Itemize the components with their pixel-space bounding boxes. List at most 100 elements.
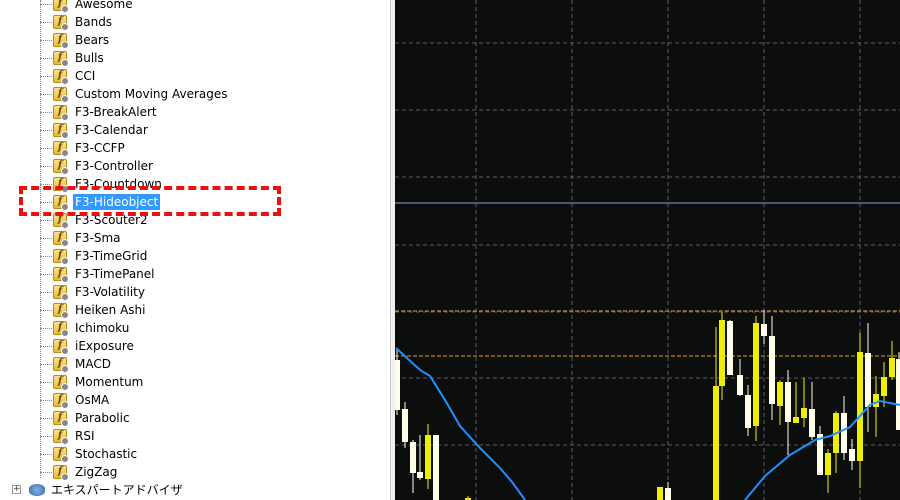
- indicator-icon: f: [53, 141, 69, 157]
- tree-item-indicator[interactable]: f MACD: [40, 355, 113, 373]
- indicator-icon: f: [53, 339, 69, 355]
- chart-canvas: [395, 0, 900, 500]
- candle-bull: [881, 377, 887, 396]
- indicator-icon: f: [53, 357, 69, 373]
- tree-connector: [40, 309, 52, 311]
- tree-connector: [40, 147, 52, 149]
- tree-item-indicator[interactable]: f F3-Hideobject: [40, 193, 161, 211]
- tree-item-indicator[interactable]: f Awesome: [40, 0, 135, 13]
- tree-connector: [40, 201, 52, 203]
- candle-bull: [793, 417, 799, 423]
- tree-item-indicator[interactable]: f ZigZag: [40, 463, 119, 481]
- tree-item-label: Awesome: [75, 0, 133, 11]
- tree-item-label: F3-TimePanel: [75, 267, 155, 281]
- tree-item-indicator[interactable]: f RSI: [40, 427, 97, 445]
- candle-bear: [841, 413, 847, 453]
- indicator-icon: f: [53, 249, 69, 265]
- tree-item-label: iExposure: [75, 339, 134, 353]
- indicator-icon: f: [53, 447, 69, 463]
- tree-item-expert-advisors[interactable]: + エキスパートアドバイザ: [12, 481, 183, 498]
- indicator-icon: f: [53, 429, 69, 445]
- tree-item-label: Bulls: [75, 51, 104, 65]
- candle-bull: [873, 394, 879, 407]
- tree-item-indicator[interactable]: f F3-Scouter2: [40, 211, 150, 229]
- expand-icon[interactable]: +: [12, 485, 21, 494]
- tree-connector: [40, 273, 52, 275]
- tree-connector: [40, 381, 52, 383]
- tree-connector: [40, 3, 52, 5]
- candle-bear: [896, 359, 900, 430]
- indicator-icon: f: [53, 285, 69, 301]
- tree-item-indicator[interactable]: f F3-Sma: [40, 229, 123, 247]
- tree-item-label: Parabolic: [75, 411, 130, 425]
- tree-item-label: OsMA: [75, 393, 110, 407]
- tree-item-label: エキスパートアドバイザ: [51, 483, 183, 497]
- tree-item-label: Ichimoku: [75, 321, 130, 335]
- tree-item-indicator[interactable]: f F3-Volatility: [40, 283, 147, 301]
- tree-item-indicator[interactable]: f F3-TimePanel: [40, 265, 157, 283]
- indicator-icon: f: [53, 393, 69, 409]
- tree-item-indicator[interactable]: f F3-TimeGrid: [40, 247, 149, 265]
- indicator-icon: f: [53, 177, 69, 193]
- tree-connector: [40, 363, 52, 365]
- indicator-icon: f: [53, 69, 69, 85]
- tree-item-indicator[interactable]: f Stochastic: [40, 445, 139, 463]
- tree-item-indicator[interactable]: f F3-Controller: [40, 157, 155, 175]
- tree-item-indicator[interactable]: f F3-Calendar: [40, 121, 150, 139]
- candle-bear: [761, 324, 767, 336]
- candle-bull: [713, 386, 719, 500]
- candle-bear: [395, 360, 400, 410]
- tree-item-label: RSI: [75, 429, 95, 443]
- tree-item-indicator[interactable]: f Ichimoku: [40, 319, 131, 337]
- tree-connector: [40, 75, 52, 77]
- navigator-panel: f Awesome f Bands f Bears f Bulls f CCI f Custom Mo…: [0, 0, 390, 500]
- tree-item-label: F3-Hideobject: [73, 194, 161, 210]
- tree-item-label: Custom Moving Averages: [75, 87, 228, 101]
- candle-bear: [665, 488, 671, 500]
- tree-item-indicator[interactable]: f CCI: [40, 67, 97, 85]
- indicator-icon: f: [53, 51, 69, 67]
- candle-bull: [801, 408, 807, 418]
- tree-connector: [40, 129, 52, 131]
- price-chart[interactable]: [395, 0, 900, 500]
- tree-item-indicator[interactable]: f Bands: [40, 13, 114, 31]
- tree-connector: [40, 471, 52, 473]
- tree-item-label: F3-Sma: [75, 231, 121, 245]
- tree-item-indicator[interactable]: f iExposure: [40, 337, 136, 355]
- tree-item-indicator[interactable]: f OsMA: [40, 391, 111, 409]
- tree-item-label: MACD: [75, 357, 111, 371]
- tree-item-indicator[interactable]: f Heiken Ashi: [40, 301, 147, 319]
- tree-connector: [40, 327, 52, 329]
- tree-item-label: Bands: [75, 15, 113, 29]
- candle-bull: [857, 352, 863, 461]
- tree-item-indicator[interactable]: f F3-CCFP: [40, 139, 127, 157]
- candle-bear: [402, 409, 408, 442]
- tree-item-label: F3-BreakAlert: [75, 105, 157, 119]
- tree-item-indicator[interactable]: f Bulls: [40, 49, 106, 67]
- tree-connector: [40, 39, 52, 41]
- expert-advisor-icon: [29, 483, 45, 496]
- candle-bear: [865, 353, 871, 407]
- candle-bear: [727, 321, 733, 375]
- tree-item-indicator[interactable]: f F3-Countdown: [40, 175, 164, 193]
- tree-connector: [40, 183, 52, 185]
- tree-item-label: F3-Volatility: [75, 285, 145, 299]
- tree-item-label: CCI: [75, 69, 96, 83]
- tree-connector: [40, 57, 52, 59]
- tree-item-indicator[interactable]: f F3-BreakAlert: [40, 103, 159, 121]
- tree-item-label: F3-TimeGrid: [75, 249, 148, 263]
- candle-bear: [745, 395, 751, 428]
- tree-item-indicator[interactable]: f Momentum: [40, 373, 145, 391]
- indicator-icon: f: [53, 303, 69, 319]
- tree-item-indicator[interactable]: f Bears: [40, 31, 111, 49]
- tree-item-indicator[interactable]: f Parabolic: [40, 409, 132, 427]
- candle-bear: [417, 472, 423, 478]
- candle-bull: [889, 358, 895, 377]
- tree-item-indicator[interactable]: f Custom Moving Averages: [40, 85, 229, 103]
- indicator-icon: f: [53, 231, 69, 247]
- indicator-icon: f: [53, 321, 69, 337]
- tree-item-label: ZigZag: [75, 465, 118, 479]
- tree-connector: [40, 165, 52, 167]
- indicator-icon: f: [53, 375, 69, 391]
- indicator-icon: f: [53, 105, 69, 121]
